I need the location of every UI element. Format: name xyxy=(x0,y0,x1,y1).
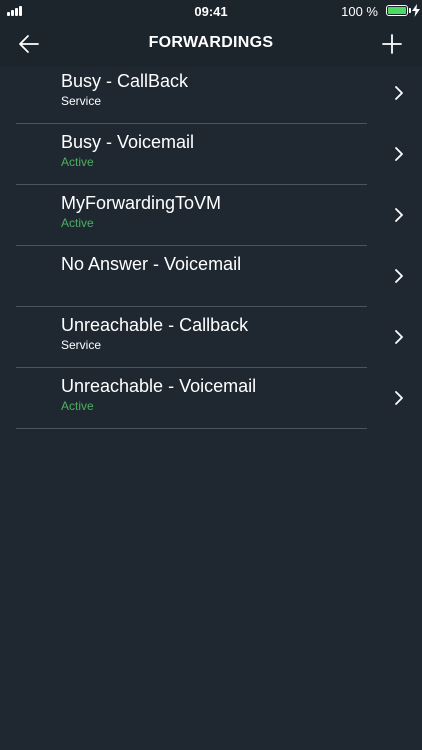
page-title: FORWARDINGS xyxy=(148,34,274,51)
forwarding-title: No Answer - Voicemail xyxy=(61,254,242,274)
chevron-right-icon xyxy=(395,269,403,283)
forwarding-title: Busy - CallBack xyxy=(61,71,189,91)
forwarding-title: Unreachable - Voicemail xyxy=(61,376,257,396)
forwarding-row[interactable]: Busy - CallBack Service xyxy=(0,63,422,124)
chevron-right-icon xyxy=(395,391,403,405)
plus-icon xyxy=(382,34,402,54)
forwarding-status: Service xyxy=(61,338,102,352)
forwarding-status: Service xyxy=(61,94,102,108)
chevron-right-icon xyxy=(395,147,403,161)
chevron-right-icon xyxy=(395,330,403,344)
row-divider xyxy=(16,428,367,429)
forwarding-title: Unreachable - Callback xyxy=(61,315,249,335)
chevron-right-icon xyxy=(395,86,403,100)
chevron-right-icon xyxy=(395,208,403,222)
forwarding-status: Active xyxy=(61,155,94,169)
forwarding-status: Active xyxy=(61,216,94,230)
forwarding-row[interactable]: Busy - Voicemail Active xyxy=(0,124,422,185)
battery-level-fill xyxy=(388,7,406,14)
forwardings-list: Busy - CallBack Service Busy - Voicemail… xyxy=(0,63,422,429)
navigation-bar: FORWARDINGS xyxy=(0,22,422,66)
forwarding-status: Active xyxy=(61,399,94,413)
charging-bolt-icon xyxy=(412,4,420,17)
status-bar: 09:41 100 % xyxy=(0,0,422,22)
battery-nub xyxy=(409,8,411,13)
forwarding-row[interactable]: MyForwardingToVM Active xyxy=(0,185,422,246)
forwarding-title: MyForwardingToVM xyxy=(61,193,222,213)
forwarding-title: Busy - Voicemail xyxy=(61,132,195,152)
battery-icon xyxy=(386,5,408,16)
forwarding-row[interactable]: Unreachable - Voicemail Active xyxy=(0,368,422,429)
forwarding-row[interactable]: No Answer - Voicemail xyxy=(0,246,422,307)
add-forwarding-button[interactable] xyxy=(378,30,406,58)
battery-percentage: 100 % xyxy=(341,4,378,19)
forwarding-row[interactable]: Unreachable - Callback Service xyxy=(0,307,422,368)
